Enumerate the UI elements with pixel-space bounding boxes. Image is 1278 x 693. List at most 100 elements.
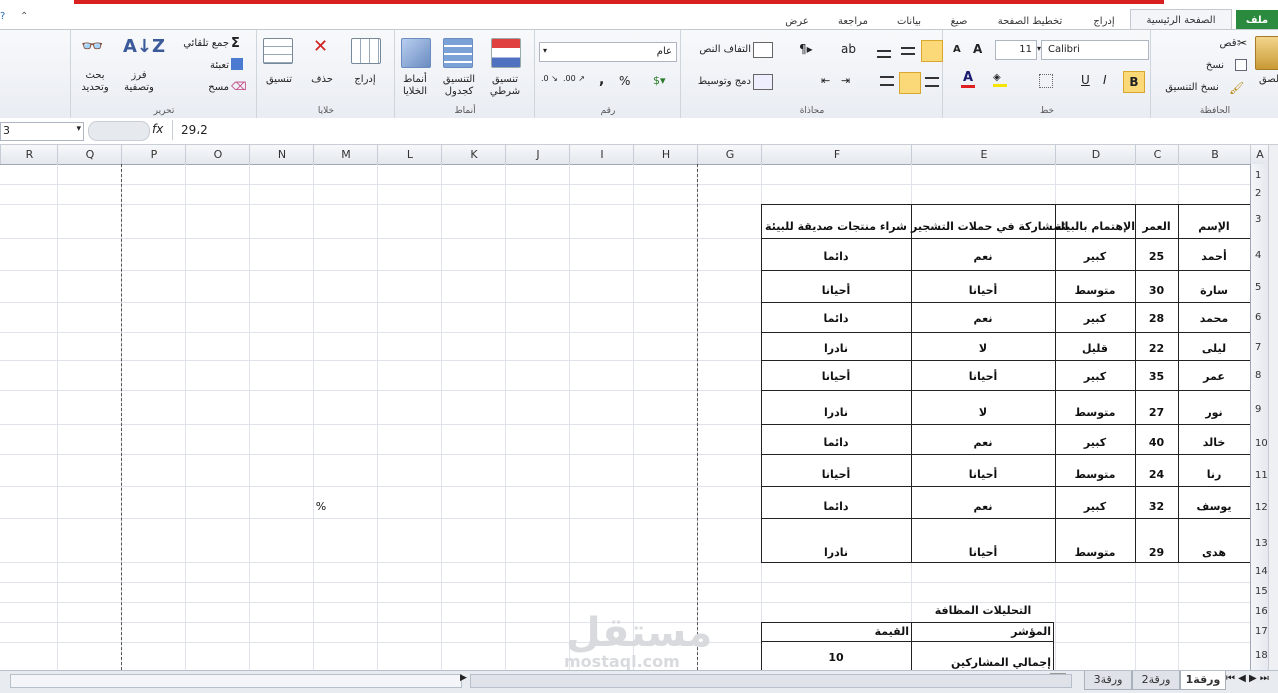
header-cell[interactable]: العمر xyxy=(1135,220,1178,233)
sort-filter-button[interactable]: فرز وتصفية xyxy=(117,70,161,94)
sheet-tab-1[interactable]: ورقة1 xyxy=(1180,671,1226,690)
analysis-row-value[interactable]: 10 xyxy=(761,651,911,664)
percent-button[interactable]: % xyxy=(619,74,630,88)
analysis-row-label[interactable]: إجمالي المشاركين xyxy=(911,656,1051,669)
italic-button[interactable]: I xyxy=(1103,73,1107,87)
number-format-select[interactable]: عام xyxy=(539,42,677,62)
table-cell[interactable]: أحيانا xyxy=(911,546,1055,559)
table-cell[interactable]: دائما xyxy=(761,436,911,449)
sheet-tab-2[interactable]: ورقة2 xyxy=(1132,671,1180,690)
name-box[interactable]: 3 ▾ xyxy=(0,122,84,141)
align-left-icon[interactable] xyxy=(877,72,897,92)
insert-cells-button[interactable]: إدراج xyxy=(347,74,383,86)
column-header[interactable]: F xyxy=(761,145,912,164)
comma-button[interactable]: , xyxy=(599,72,604,88)
table-cell[interactable]: كبير xyxy=(1055,250,1135,263)
column-header[interactable]: D xyxy=(1055,145,1136,164)
worksheet-grid[interactable]: الإسم العمر الإهتمام بالبيئة المشاركة في… xyxy=(0,164,1250,670)
horizontal-scrollbar-thumb[interactable] xyxy=(10,674,462,688)
table-cell[interactable]: نعم xyxy=(911,500,1055,513)
table-cell[interactable]: أحمد xyxy=(1178,250,1250,263)
table-cell[interactable]: 24 xyxy=(1135,468,1178,481)
align-middle-icon[interactable] xyxy=(921,40,943,62)
table-cell[interactable]: كبير xyxy=(1055,436,1135,449)
table-cell[interactable]: لا xyxy=(911,342,1055,355)
indent-decrease-icon[interactable]: ⇤ xyxy=(821,74,830,87)
table-cell[interactable]: رنا xyxy=(1178,468,1250,481)
font-color-icon[interactable]: A xyxy=(961,70,975,88)
vertical-scrollbar[interactable] xyxy=(1268,145,1278,670)
decrease-decimal-icon[interactable]: .0 ↘ xyxy=(541,74,558,83)
grow-font-button[interactable]: A xyxy=(973,42,982,56)
table-cell[interactable]: نعم xyxy=(911,250,1055,263)
table-cell[interactable]: محمد xyxy=(1178,312,1250,325)
column-header[interactable]: R xyxy=(0,145,58,164)
column-header[interactable]: C xyxy=(1135,145,1179,164)
clear-button[interactable]: مسح xyxy=(181,82,229,94)
table-cell[interactable]: نادرا xyxy=(761,406,911,419)
table-cell[interactable]: نادرا xyxy=(761,546,911,559)
align-right-icon[interactable] xyxy=(921,72,943,94)
table-cell[interactable]: 22 xyxy=(1135,342,1178,355)
percent-cell[interactable]: % xyxy=(313,500,329,513)
sheet-nav-first-icon[interactable]: ⏮ ◀ ▶ ⏭ xyxy=(1226,673,1269,684)
table-cell[interactable]: أحيانا xyxy=(761,468,911,481)
table-cell[interactable]: كبير xyxy=(1055,500,1135,513)
column-header[interactable]: O xyxy=(185,145,250,164)
column-header[interactable]: I xyxy=(569,145,634,164)
conditional-format-button[interactable]: تنسيق شرطي xyxy=(483,74,527,98)
column-header[interactable]: L xyxy=(377,145,442,164)
header-cell[interactable]: شراء منتجات صديقة للبيئة xyxy=(761,220,911,233)
rtl-icon[interactable]: ¶▸ xyxy=(799,42,813,56)
collapse-ribbon-icon[interactable]: ⌃ xyxy=(20,11,28,22)
autosum-button[interactable]: جمع تلقائي xyxy=(167,38,229,50)
align-center-icon[interactable] xyxy=(899,72,921,94)
indent-increase-icon[interactable]: ⇥ xyxy=(841,74,850,87)
fill-button[interactable]: تعبئة xyxy=(181,60,229,72)
table-cell[interactable]: أحيانا xyxy=(911,284,1055,297)
header-cell[interactable]: الإسم xyxy=(1178,220,1250,233)
chevron-down-icon[interactable]: ▾ xyxy=(1037,44,1041,53)
table-cell[interactable]: 32 xyxy=(1135,500,1178,513)
copy-button[interactable]: نسخ xyxy=(1195,60,1235,72)
cell-styles-button[interactable]: أنماط الخلايا xyxy=(395,74,435,98)
table-cell[interactable]: 28 xyxy=(1135,312,1178,325)
font-size-select[interactable]: 11 xyxy=(995,40,1037,60)
table-cell[interactable]: 40 xyxy=(1135,436,1178,449)
table-cell[interactable]: نور xyxy=(1178,406,1250,419)
align-top-icon[interactable] xyxy=(901,44,919,58)
table-cell[interactable]: أحيانا xyxy=(911,468,1055,481)
borders-icon[interactable] xyxy=(1039,74,1053,88)
format-as-table-button[interactable]: التنسيق كجدول xyxy=(435,74,483,98)
column-header[interactable]: K xyxy=(441,145,506,164)
table-cell[interactable]: متوسط xyxy=(1055,406,1135,419)
table-cell[interactable]: نعم xyxy=(911,436,1055,449)
table-cell[interactable]: متوسط xyxy=(1055,546,1135,559)
format-painter-button[interactable]: نسخ التنسيق xyxy=(1157,82,1227,94)
column-header[interactable]: M xyxy=(313,145,378,164)
table-cell[interactable]: قليل xyxy=(1055,342,1135,355)
formula-input[interactable]: 29،2 xyxy=(172,120,1278,140)
bold-button[interactable]: B xyxy=(1123,71,1145,93)
table-cell[interactable]: نعم xyxy=(911,312,1055,325)
column-header[interactable]: H xyxy=(633,145,698,164)
table-cell[interactable]: متوسط xyxy=(1055,284,1135,297)
orientation-icon[interactable]: ab xyxy=(841,42,856,56)
table-cell[interactable]: 30 xyxy=(1135,284,1178,297)
chevron-down-icon[interactable]: ▾ xyxy=(76,124,81,134)
table-cell[interactable]: نادرا xyxy=(761,342,911,355)
column-header[interactable]: B xyxy=(1178,145,1251,164)
table-cell[interactable]: كبير xyxy=(1055,370,1135,383)
analysis-title[interactable]: التحليلات المظافة xyxy=(911,604,1055,617)
formula-bar-splitter[interactable] xyxy=(88,121,150,141)
analysis-header-indicator[interactable]: المؤشر xyxy=(911,625,1051,638)
table-cell[interactable]: ليلى xyxy=(1178,342,1250,355)
find-select-button[interactable]: بحث وتحديد xyxy=(73,70,117,94)
column-header[interactable]: N xyxy=(249,145,314,164)
table-cell[interactable]: 35 xyxy=(1135,370,1178,383)
paste-button[interactable]: لصق xyxy=(1255,74,1278,86)
table-cell[interactable]: يوسف xyxy=(1178,500,1250,513)
align-bottom-icon[interactable] xyxy=(877,44,895,58)
paste-icon[interactable] xyxy=(1255,36,1278,70)
table-cell[interactable]: 29 xyxy=(1135,546,1178,559)
